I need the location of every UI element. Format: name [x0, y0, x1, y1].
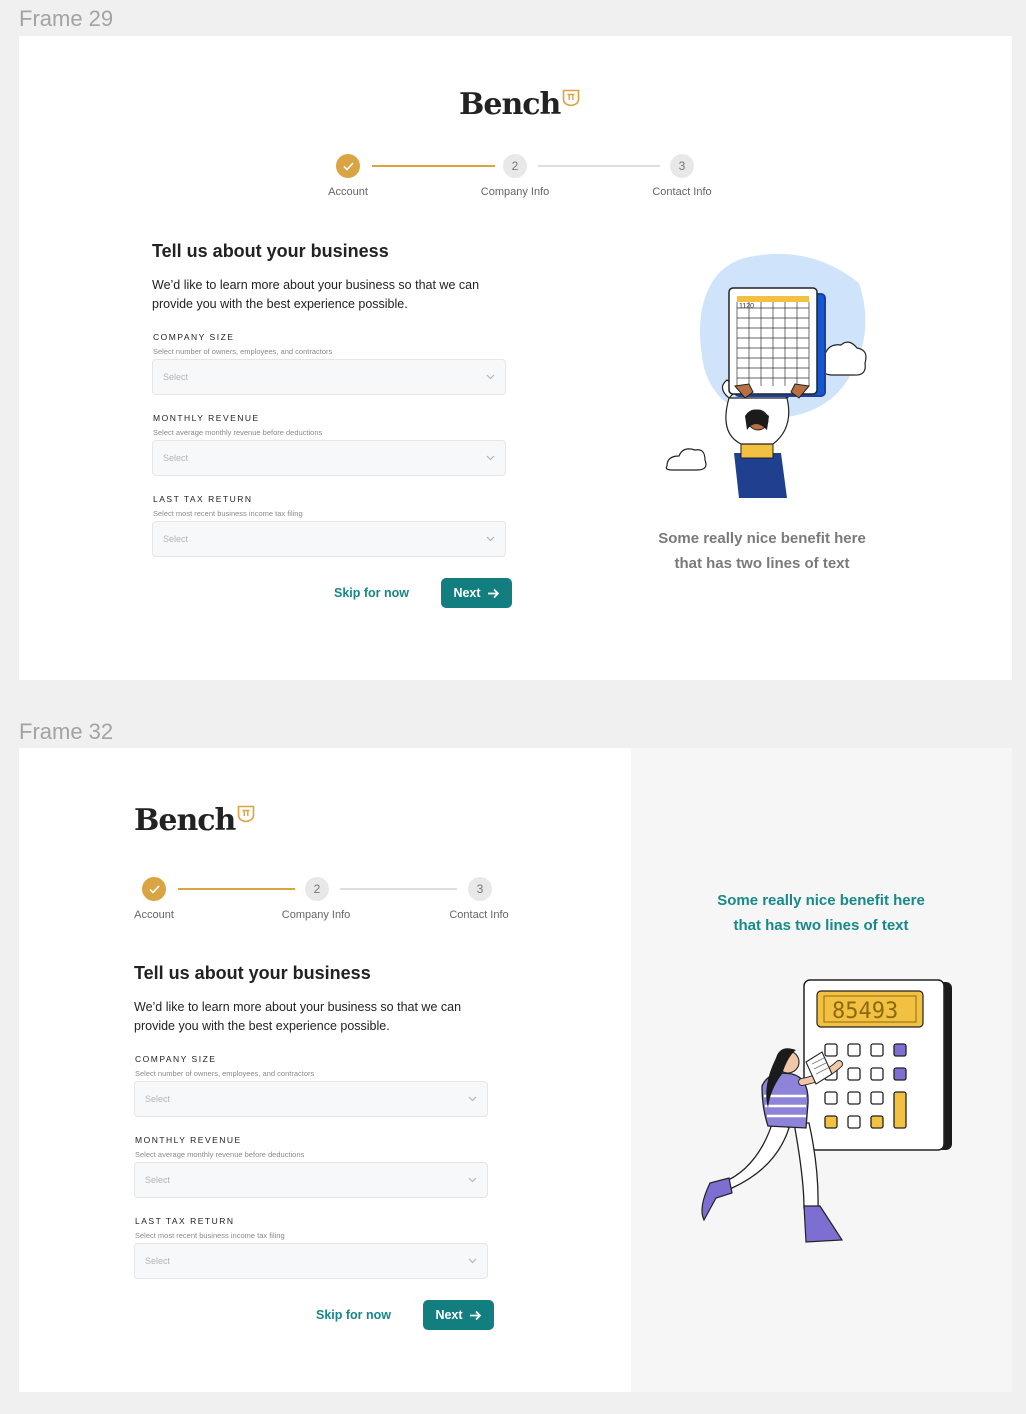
progress-stepper: 2 3 Account Company Info Contact Info — [319, 153, 719, 203]
frame-label: Frame 32 — [19, 719, 114, 744]
monthly-revenue-select[interactable]: Select — [134, 1162, 488, 1198]
calculator-display-text: 85493 — [832, 999, 898, 1024]
logo-wordmark: Bench — [134, 803, 236, 838]
benefit-text: Some really nice benefit here that has t… — [625, 526, 899, 576]
skip-button[interactable]: Skip for now — [316, 1308, 391, 1322]
benefit-line-1: Some really nice benefit here — [658, 530, 866, 547]
onboarding-frame-split: Bench 2 3 Account Company Info Contact I… — [19, 748, 1012, 1392]
form-actions: Skip for now Next — [334, 578, 512, 608]
select-placeholder: Select — [163, 372, 189, 382]
page-title: Tell us about your business — [134, 963, 371, 983]
intro-text: We’d like to learn more about your busin… — [134, 1000, 462, 1033]
company-size-field: COMPANY SIZE Select number of owners, em… — [134, 1054, 504, 1117]
business-form: Tell us about your business We’d like to… — [152, 241, 522, 557]
step-label-account: Account — [134, 909, 174, 921]
monthly-revenue-select[interactable]: Select — [152, 440, 506, 476]
chevron-down-icon — [486, 536, 495, 542]
last-tax-return-field: LAST TAX RETURN Select most recent busin… — [134, 1216, 504, 1279]
calculator-illustration: 85493 — [701, 979, 952, 1243]
intro-text: We’d like to learn more about your busin… — [152, 278, 480, 311]
step-complete-check-icon — [336, 154, 360, 178]
step-connector — [538, 165, 660, 167]
field-label: LAST TAX RETURN — [153, 494, 253, 504]
form-actions: Skip for now Next — [316, 1300, 494, 1330]
benefit-line-2: that has two lines of text — [674, 555, 850, 572]
company-size-field: COMPANY SIZE Select number of owners, em… — [152, 332, 522, 395]
field-label: LAST TAX RETURN — [135, 1216, 235, 1226]
benefit-line-2: that has two lines of text — [733, 917, 909, 934]
progress-stepper: 2 3 Account Company Info Contact Info — [125, 876, 525, 926]
step-label-account: Account — [328, 186, 368, 198]
step-2-circle: 2 — [305, 877, 329, 901]
logo-wordmark: Bench — [459, 87, 561, 122]
next-button[interactable]: Next — [423, 1300, 494, 1330]
step-2-circle: 2 — [503, 154, 527, 178]
step-connector-complete — [178, 888, 295, 890]
field-label: MONTHLY REVENUE — [135, 1135, 242, 1145]
page-title: Tell us about your business — [152, 241, 389, 261]
next-button-label: Next — [435, 1308, 463, 1322]
chevron-down-icon — [468, 1096, 477, 1102]
step-label-contact-info: Contact Info — [449, 909, 509, 921]
logo-shield-icon — [238, 805, 255, 823]
arrow-right-icon — [469, 1310, 481, 1320]
company-size-select[interactable]: Select — [152, 359, 506, 395]
field-help: Select average monthly revenue before de… — [153, 428, 323, 437]
business-form: Tell us about your business We’d like to… — [134, 963, 504, 1279]
step-complete-check-icon — [142, 877, 166, 901]
field-help: Select most recent business income tax f… — [135, 1231, 285, 1240]
step-label-contact-info: Contact Info — [652, 186, 712, 198]
arrow-right-icon — [487, 588, 499, 598]
field-help: Select number of owners, employees, and … — [153, 347, 333, 356]
step-label-company-info: Company Info — [480, 186, 550, 198]
field-label: COMPANY SIZE — [153, 332, 235, 342]
company-size-select[interactable]: Select — [134, 1081, 488, 1117]
next-button-label: Next — [453, 586, 481, 600]
step-connector-complete — [372, 165, 495, 167]
tax-form-illustration: 1120 — [665, 253, 867, 498]
last-tax-return-field: LAST TAX RETURN Select most recent busin… — [152, 494, 522, 557]
onboarding-frame-centered: Bench 2 3 Account Company Info Contact I… — [19, 36, 1012, 680]
chevron-down-icon — [486, 455, 495, 461]
field-help: Select number of owners, employees, and … — [135, 1069, 315, 1078]
bench-logo: Bench — [134, 803, 255, 838]
select-placeholder: Select — [145, 1094, 171, 1104]
field-help: Select average monthly revenue before de… — [135, 1150, 305, 1159]
frame-label: Frame 29 — [19, 6, 114, 31]
step-label-company-info: Company Info — [281, 909, 351, 921]
last-tax-return-select[interactable]: Select — [134, 1243, 488, 1279]
last-tax-return-select[interactable]: Select — [152, 521, 506, 557]
form-number-text: 1120 — [739, 303, 754, 310]
logo-shield-icon — [563, 89, 580, 107]
monthly-revenue-field: MONTHLY REVENUE Select average monthly r… — [134, 1135, 504, 1198]
step-3-circle: 3 — [468, 877, 492, 901]
select-placeholder: Select — [145, 1175, 171, 1185]
chevron-down-icon — [468, 1258, 477, 1264]
select-placeholder: Select — [163, 453, 189, 463]
benefit-text: Some really nice benefit here that has t… — [685, 888, 957, 938]
select-placeholder: Select — [145, 1256, 171, 1266]
bench-logo: Bench — [459, 87, 580, 122]
step-connector — [340, 888, 457, 890]
step-3-circle: 3 — [670, 154, 694, 178]
field-label: MONTHLY REVENUE — [153, 413, 260, 423]
skip-button[interactable]: Skip for now — [334, 586, 409, 600]
chevron-down-icon — [468, 1177, 477, 1183]
benefit-line-1: Some really nice benefit here — [717, 892, 925, 909]
field-help: Select most recent business income tax f… — [153, 509, 303, 518]
select-placeholder: Select — [163, 534, 189, 544]
next-button[interactable]: Next — [441, 578, 512, 608]
chevron-down-icon — [486, 374, 495, 380]
field-label: COMPANY SIZE — [135, 1054, 217, 1064]
monthly-revenue-field: MONTHLY REVENUE Select average monthly r… — [152, 413, 522, 476]
